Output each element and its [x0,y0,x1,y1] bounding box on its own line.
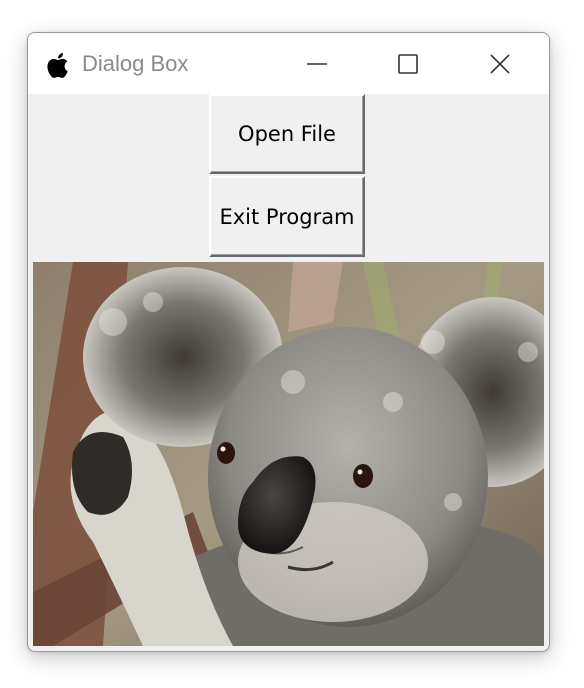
open-file-button[interactable]: Open File [209,94,365,174]
minimize-button[interactable] [271,33,363,94]
minimize-icon [307,62,327,65]
close-button[interactable] [454,33,546,94]
close-icon [490,53,510,74]
maximize-button[interactable] [362,33,454,94]
title-bar[interactable]: Dialog Box [28,33,549,94]
exit-program-button[interactable]: Exit Program [209,176,365,257]
apple-logo-icon [47,53,68,78]
window-title: Dialog Box [82,51,189,76]
koala-image [33,262,544,646]
dialog-window: Dialog Box Open File Exit Program [27,32,550,652]
maximize-icon [398,53,418,74]
